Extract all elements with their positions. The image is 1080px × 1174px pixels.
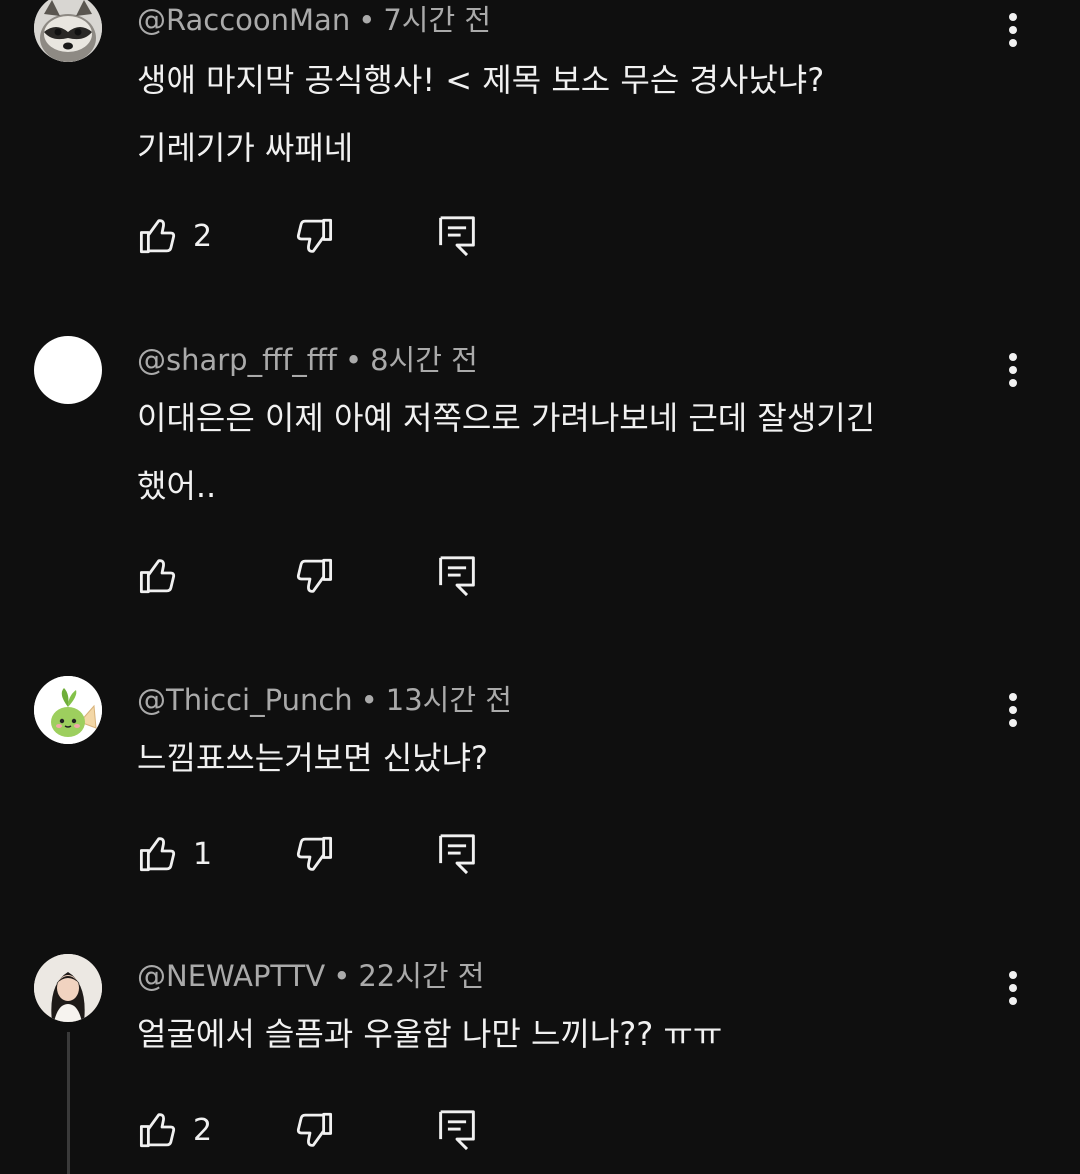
like-count: 2 xyxy=(193,218,213,254)
dislike-button[interactable] xyxy=(293,214,335,258)
thumbs-down-icon xyxy=(296,558,333,593)
like-button[interactable]: 2 xyxy=(137,1108,212,1152)
comment-text-line: 기레기가 싸패네 xyxy=(137,129,354,167)
dislike-button[interactable] xyxy=(293,832,335,876)
comment-text-line: 이대은은 이제 아예 저쪽으로 가려나보네 근데 잘생기긴 xyxy=(137,399,876,437)
reply-comment-icon xyxy=(439,834,475,875)
comment-text-line: 생애 마지막 공식행사! < 제목 보소 무슨 경사났냐? xyxy=(137,61,825,99)
comment-text-line: 했어.. xyxy=(137,467,217,505)
meta-separator: • xyxy=(344,343,363,377)
comment-menu-button[interactable] xyxy=(996,8,1030,52)
comment-meta: @Thicci_Punch • 13시간 전 xyxy=(137,680,512,720)
like-button[interactable] xyxy=(137,554,193,598)
comment-text: 이대은은 이제 아예 저쪽으로 가려나보네 근데 잘생기긴 했어.. xyxy=(137,384,997,520)
comment-text: 생애 마지막 공식행사! < 제목 보소 무슨 경사났냐? 기레기가 싸패네 xyxy=(137,46,997,182)
meta-separator: • xyxy=(333,959,351,993)
reply-button[interactable] xyxy=(437,554,477,598)
comment-username[interactable]: @sharp_fff_fff xyxy=(137,343,337,377)
comment-text-line: 느낌표쓰는거보면 신났냐? xyxy=(137,739,488,777)
more-vert-icon xyxy=(1009,693,1017,727)
more-vert-icon xyxy=(1009,971,1017,1005)
avatar[interactable] xyxy=(34,954,102,1022)
meta-separator: • xyxy=(360,683,378,717)
comment-meta: @sharp_fff_fff • 8시간 전 xyxy=(137,340,478,380)
comment-timestamp[interactable]: 13시간 전 xyxy=(386,683,512,717)
reply-comment-icon xyxy=(439,556,475,597)
thumbs-down-icon xyxy=(296,1112,333,1147)
more-vert-icon xyxy=(1009,13,1017,47)
like-button[interactable]: 1 xyxy=(137,832,212,876)
thumbs-up-icon xyxy=(139,219,176,254)
avatar[interactable] xyxy=(34,336,102,404)
thumbs-down-icon xyxy=(296,836,333,871)
reply-button[interactable] xyxy=(437,214,477,258)
like-button[interactable]: 2 xyxy=(137,214,212,258)
reply-thread-line xyxy=(67,1032,70,1174)
comment-text-line: 얼굴에서 슬픔과 우울함 나만 느끼나?? ㅠㅠ xyxy=(137,1015,723,1053)
reply-button[interactable] xyxy=(437,832,477,876)
comment-menu-button[interactable] xyxy=(996,348,1030,392)
comment-item: @Thicci_Punch • 13시간 전 느낌표쓰는거보면 신났냐? 1 xyxy=(0,676,1080,920)
comment-timestamp[interactable]: 8시간 전 xyxy=(370,343,478,377)
thumbs-up-icon xyxy=(139,1113,176,1148)
like-count: 1 xyxy=(193,836,213,872)
comment-menu-button[interactable] xyxy=(996,688,1030,732)
comment-text: 느낌표쓰는거보면 신났냐? xyxy=(137,724,997,792)
comment-text: 얼굴에서 슬픔과 우울함 나만 느끼나?? ㅠㅠ xyxy=(137,1000,997,1068)
avatar[interactable] xyxy=(34,676,102,744)
comment-username[interactable]: @Thicci_Punch xyxy=(137,683,353,717)
thumbs-up-icon xyxy=(139,837,176,872)
reply-comment-icon xyxy=(439,216,475,257)
like-count: 2 xyxy=(193,1112,213,1148)
dislike-button[interactable] xyxy=(293,554,335,598)
dislike-button[interactable] xyxy=(293,1108,335,1152)
thumbs-down-icon xyxy=(296,218,333,253)
comment-username[interactable]: @NEWAPTTV xyxy=(137,959,325,993)
meta-separator: • xyxy=(358,3,376,37)
avatar[interactable] xyxy=(34,0,102,62)
sprout-avatar-image xyxy=(34,676,102,744)
more-vert-icon xyxy=(1009,353,1017,387)
comment-item: @NEWAPTTV • 22시간 전 얼굴에서 슬픔과 우울함 나만 느끼나?? ㅠ… xyxy=(0,954,1080,1174)
comment-timestamp[interactable]: 7시간 전 xyxy=(383,3,491,37)
comment-item: @sharp_fff_fff • 8시간 전 이대은은 이제 아예 저쪽으로 가려나… xyxy=(0,336,1080,630)
comment-username[interactable]: @RaccoonMan xyxy=(137,3,350,37)
comment-menu-button[interactable] xyxy=(996,966,1030,1010)
thumbs-up-icon xyxy=(139,559,176,594)
reply-button[interactable] xyxy=(437,1108,477,1152)
comment-timestamp[interactable]: 22시간 전 xyxy=(358,959,484,993)
raccoon-avatar-image xyxy=(34,0,102,62)
comment-meta: @NEWAPTTV • 22시간 전 xyxy=(137,956,484,996)
person-avatar-image xyxy=(34,954,102,1022)
comment-meta: @RaccoonMan • 7시간 전 xyxy=(137,0,491,40)
comment-item: @RaccoonMan • 7시간 전 생애 마지막 공식행사! < 제목 보소 무… xyxy=(0,0,1080,290)
reply-comment-icon xyxy=(439,1110,475,1151)
